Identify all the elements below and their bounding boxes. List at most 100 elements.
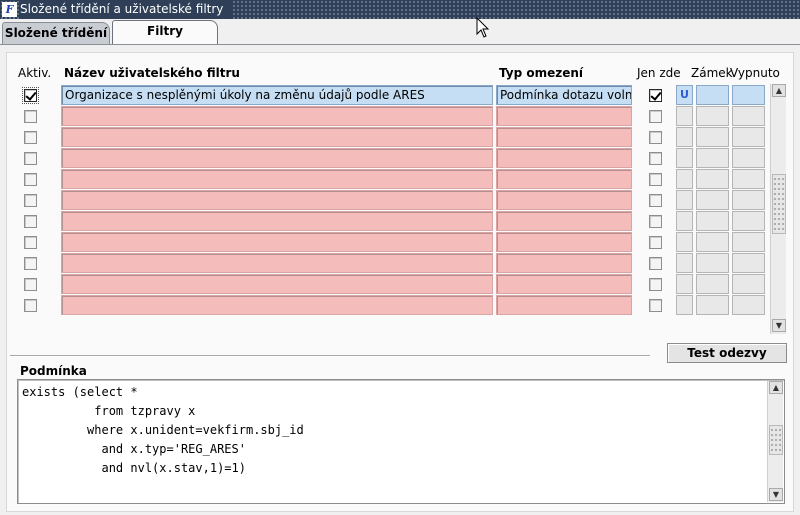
jen-zde-checkbox[interactable] — [649, 131, 662, 144]
filter-row[interactable] — [0, 232, 800, 253]
filter-name-field[interactable] — [61, 211, 493, 231]
filter-row[interactable] — [0, 295, 800, 316]
vypnuto-field[interactable] — [732, 148, 765, 168]
lock-field[interactable] — [676, 295, 693, 315]
aktiv-checkbox[interactable] — [24, 215, 37, 228]
aktiv-checkbox[interactable] — [24, 152, 37, 165]
test-response-button[interactable]: Test odezvy — [667, 343, 787, 363]
vypnuto-field[interactable] — [732, 211, 765, 231]
filter-name-field[interactable] — [61, 274, 493, 294]
aktiv-checkbox[interactable] — [24, 194, 37, 207]
aktiv-checkbox[interactable] — [24, 236, 37, 249]
zamek-field[interactable] — [696, 127, 729, 147]
filter-row[interactable] — [0, 190, 800, 211]
scroll-down-arrow-icon[interactable]: ▼ — [772, 319, 786, 332]
zamek-field[interactable] — [696, 211, 729, 231]
restriction-type-field[interactable] — [496, 190, 632, 210]
lock-field[interactable] — [676, 232, 693, 252]
restriction-type-field[interactable] — [496, 232, 632, 252]
vypnuto-field[interactable] — [732, 127, 765, 147]
restriction-type-field[interactable] — [496, 253, 632, 273]
aktiv-checkbox[interactable] — [24, 278, 37, 291]
lock-field[interactable] — [676, 211, 693, 231]
filter-row[interactable] — [0, 211, 800, 232]
lock-field[interactable]: U — [676, 85, 693, 105]
aktiv-checkbox[interactable] — [24, 299, 37, 312]
filter-name-field[interactable] — [61, 148, 493, 168]
aktiv-checkbox[interactable] — [24, 257, 37, 270]
vypnuto-field[interactable] — [732, 295, 765, 315]
lock-field[interactable] — [676, 274, 693, 294]
jen-zde-checkbox[interactable] — [649, 278, 662, 291]
filter-name-field[interactable] — [61, 127, 493, 147]
aktiv-checkbox[interactable] — [24, 173, 37, 186]
vypnuto-field[interactable] — [732, 106, 765, 126]
vypnuto-field[interactable] — [732, 190, 765, 210]
filter-name-field[interactable] — [61, 232, 493, 252]
lock-field[interactable] — [676, 106, 693, 126]
jen-zde-checkbox[interactable] — [649, 89, 662, 102]
jen-zde-checkbox[interactable] — [649, 236, 662, 249]
grid-scrollbar[interactable]: ▲ ▼ — [770, 84, 786, 334]
aktiv-checkbox[interactable] — [24, 131, 37, 144]
tab-slozene-trideni[interactable]: Složené třídění — [2, 22, 110, 44]
filter-row[interactable] — [0, 169, 800, 190]
condition-scroll-thumb[interactable] — [769, 425, 783, 455]
jen-zde-checkbox[interactable] — [649, 299, 662, 312]
zamek-field[interactable] — [696, 253, 729, 273]
vypnuto-field[interactable] — [732, 274, 765, 294]
filter-row[interactable] — [0, 127, 800, 148]
lock-field[interactable] — [676, 127, 693, 147]
zamek-field[interactable] — [696, 85, 729, 105]
vypnuto-field[interactable] — [732, 232, 765, 252]
aktiv-checkbox[interactable] — [24, 110, 37, 123]
restriction-type-field[interactable] — [496, 169, 632, 189]
jen-zde-checkbox[interactable] — [649, 257, 662, 270]
restriction-type-field[interactable]: Podmínka dotazu volne — [496, 85, 632, 105]
condition-textarea[interactable]: exists (select * from tzpravy x where x.… — [17, 379, 785, 504]
zamek-field[interactable] — [696, 190, 729, 210]
jen-zde-checkbox[interactable] — [649, 110, 662, 123]
filter-row[interactable] — [0, 148, 800, 169]
zamek-field[interactable] — [696, 148, 729, 168]
vypnuto-field[interactable] — [732, 169, 765, 189]
restriction-type-field[interactable] — [496, 106, 632, 126]
filter-row[interactable] — [0, 253, 800, 274]
filter-name-field[interactable]: Organizace s nesplěnými úkoly na změnu ú… — [61, 85, 493, 105]
zamek-field[interactable] — [696, 295, 729, 315]
vypnuto-field[interactable] — [732, 85, 765, 105]
scroll-thumb[interactable] — [772, 174, 786, 234]
lock-field[interactable] — [676, 253, 693, 273]
jen-zde-checkbox[interactable] — [649, 215, 662, 228]
lock-field[interactable] — [676, 169, 693, 189]
filter-row[interactable]: Organizace s nesplěnými úkoly na změnu ú… — [0, 85, 800, 106]
lock-field[interactable] — [676, 190, 693, 210]
zamek-field[interactable] — [696, 169, 729, 189]
filter-name-field[interactable] — [61, 106, 493, 126]
filter-name-field[interactable] — [61, 295, 493, 315]
filter-row[interactable] — [0, 106, 800, 127]
zamek-field[interactable] — [696, 274, 729, 294]
jen-zde-checkbox[interactable] — [649, 194, 662, 207]
scroll-up-arrow-icon[interactable]: ▲ — [772, 84, 786, 97]
filter-name-field[interactable] — [61, 190, 493, 210]
jen-zde-checkbox[interactable] — [649, 152, 662, 165]
filter-name-field[interactable] — [61, 169, 493, 189]
restriction-type-field[interactable] — [496, 127, 632, 147]
restriction-type-field[interactable] — [496, 274, 632, 294]
title-bar[interactable]: F Složené třídění a uživatelské filtry — [0, 0, 800, 19]
tab-filtry[interactable]: Filtry — [112, 20, 218, 45]
condition-scrollbar[interactable]: ▲ ▼ — [767, 381, 783, 502]
lock-field[interactable] — [676, 148, 693, 168]
zamek-field[interactable] — [696, 106, 729, 126]
condition-scroll-up-icon[interactable]: ▲ — [769, 381, 783, 394]
filter-row[interactable] — [0, 274, 800, 295]
vypnuto-field[interactable] — [732, 253, 765, 273]
aktiv-checkbox[interactable] — [22, 87, 39, 104]
condition-scroll-down-icon[interactable]: ▼ — [769, 488, 783, 501]
filter-name-field[interactable] — [61, 253, 493, 273]
jen-zde-checkbox[interactable] — [649, 173, 662, 186]
restriction-type-field[interactable] — [496, 148, 632, 168]
restriction-type-field[interactable] — [496, 211, 632, 231]
restriction-type-field[interactable] — [496, 295, 632, 315]
